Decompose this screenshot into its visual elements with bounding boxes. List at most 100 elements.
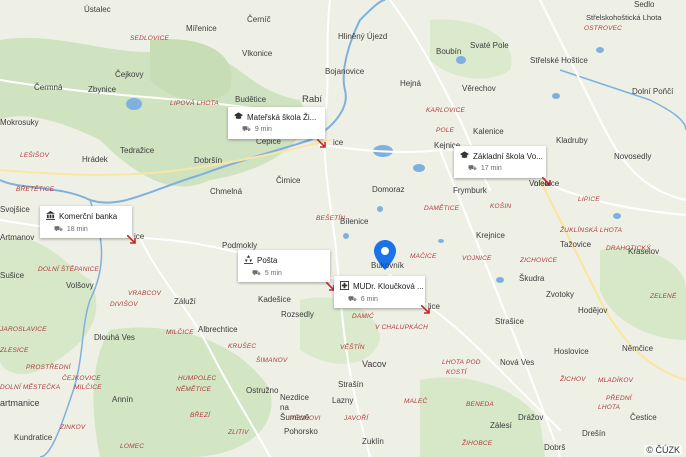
town-label: Zuklín [362,437,384,446]
town-label: Zálesí [490,421,512,430]
post-icon [244,255,253,266]
town-label: Hrádek [82,155,108,164]
town-label: Kladruby [556,136,588,145]
village-label: DIVIŠOV [110,301,138,308]
town-label: Hodějov [578,306,608,315]
village-label: NĚMĚTICE [176,386,212,393]
poi-card-materska[interactable]: Mateřská škola Ži... ⛟ 9 min [228,107,325,139]
school-icon [460,151,469,161]
town-label: Bojanovice [325,67,365,76]
car-icon: ⛟ [54,226,63,233]
pond [438,239,444,243]
town-label: Mířenice [186,24,217,33]
school-icon [234,112,243,122]
pond [413,164,425,172]
town-label: Mokrosuky [0,118,39,127]
town-label: Drešín [582,429,606,438]
village-label: ZLITIV [228,429,249,436]
town-label: Svaté Pole [470,41,509,50]
village-label: MILČICE [166,329,194,336]
town-label: Svojšice [0,205,30,214]
town-label: artmanice [0,398,40,408]
village-label: VOJNICE [462,255,492,262]
map-canvas[interactable]: Ústalec Černíč Sedlo Mířenice Hliněný Új… [0,0,686,457]
pond [126,98,142,110]
town-label: Sedlo [634,0,655,9]
pond [613,213,621,219]
pond [596,47,604,53]
town-label: Budětice [235,95,267,104]
village-label: SEDLOVICE [130,35,170,42]
town-label: Bukovník [371,261,404,270]
village-label: KRUŠEC [228,343,257,350]
village-label: DAMIĆ [352,313,374,320]
town-label: Ústalec [84,5,111,14]
village-label: VRABCOV [128,290,162,297]
town-label: Volšovy [66,281,94,290]
pond [377,206,383,212]
town-label: Černíč [247,15,271,24]
village-label: ZELENÉ [650,293,677,300]
town-label: Boubín [436,47,462,56]
village-label: BENEDA [466,401,494,408]
poi-card-posta[interactable]: Pošta ⛟ 5 min [238,250,330,282]
village-label: JAVOŘÍ [344,415,369,422]
poi-card-mudr[interactable]: MUDr. Kloučková ... ⛟ 6 min [334,276,425,308]
village-label: ZLESICE [0,347,29,354]
village-label: LEŠIŠOV [20,152,50,159]
car-icon: ⛟ [252,270,261,277]
village-label: PŘEDNÍ [606,395,632,402]
village-label: KOŠIN [490,203,512,210]
town-label: Dobrš [544,443,566,452]
village-label: MILČICE [74,384,102,391]
car-icon: ⛟ [348,296,357,303]
village-label: MLADÍKOV [598,377,634,384]
village-label: DOLNÍ ŠTĚPANICE [38,266,100,273]
town-label: Škudra [519,274,545,283]
village-label: VĚŠTÍN [340,344,365,351]
town-label: Čejkovy [115,70,144,79]
town-label: Zvotoky [546,290,575,299]
medical-icon [340,281,349,292]
town-label: Albrechtice [198,325,238,334]
town-label: Rozsedly [281,310,314,319]
village-label: PĚCHOVI [290,415,321,422]
town-label: Čepice [256,137,281,146]
village-label: BŘEZÍ [190,412,211,419]
village-label: ŽIHOBCE [462,440,493,447]
town-label: Kundratice [14,433,53,442]
town-label: Ostružno [246,386,279,395]
village-label: ČEJKOVICE [62,375,101,382]
poi-travel-time: 18 min [66,226,88,233]
poi-travel-time: 6 min [360,296,378,303]
town-label: Frymburk [453,186,487,195]
village-label: ŽUKLÍNSKÁ LHOTA [560,227,623,234]
village-label: LOMEC [120,443,145,450]
pond [456,56,466,64]
village-label: DAMĚTICE [424,205,460,212]
village-label: BEŠETÍN [316,215,346,222]
town-label: Věrechov [462,84,496,93]
poi-travel-time: 9 min [254,126,272,133]
poi-pointer-arrow-icon [421,305,430,314]
poi-name: Komerční banka [59,212,118,221]
town-label: Krejnice [476,231,505,240]
poi-name: Základní škola Vo... [473,151,543,161]
town-label: Kalenice [473,127,504,136]
town-label: Novosedly [614,152,652,161]
town-label: Záluží [174,297,196,306]
town-label: Artmanov [0,233,35,242]
poi-travel-time: 5 min [264,270,282,277]
town-label: Drážov [518,413,544,422]
town-label: Němčice [622,344,654,353]
poi-card-komercni[interactable]: Komerční banka ⛟ 18 min [40,206,132,238]
town-label: Strašice [495,317,524,326]
pond [496,277,504,283]
village-label: PROSTŘEDNÍ [26,364,71,371]
town-label: Chmelná [210,187,243,196]
poi-travel-time: 17 min [480,165,502,172]
pond [343,233,349,239]
town-label: Střelské Hoštice [530,56,588,65]
poi-card-zakladni[interactable]: Základní škola Vo... ⛟ 17 min [454,146,546,178]
village-label: KOSTÍ [446,369,467,376]
